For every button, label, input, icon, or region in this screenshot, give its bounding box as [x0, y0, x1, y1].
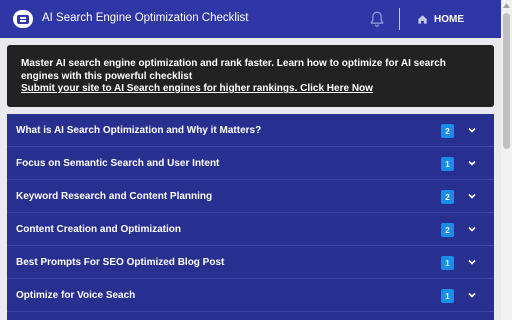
checklist-logo-icon [13, 10, 33, 28]
accordion-item[interactable]: Content Creation and Optimization 2 [7, 213, 494, 246]
promo-notice: Master AI search engine optimization and… [7, 45, 494, 107]
chevron-down-icon[interactable] [467, 158, 477, 168]
header-divider [399, 8, 400, 30]
home-button[interactable]: HOME [417, 11, 464, 27]
chevron-down-icon[interactable] [467, 290, 477, 300]
chevron-down-icon[interactable] [467, 191, 477, 201]
bell-icon[interactable] [368, 10, 386, 28]
count-badge: 1 [441, 289, 454, 303]
accordion-item[interactable]: Best Prompts For SEO Optimized Blog Post… [7, 246, 494, 279]
scroll-up-arrow-icon[interactable] [501, 0, 512, 11]
count-badge: 1 [441, 157, 454, 171]
vertical-scrollbar[interactable] [501, 0, 512, 320]
home-icon [418, 14, 427, 24]
count-badge: 1 [441, 256, 454, 270]
accordion-item[interactable]: Optimize for Voice Seach 1 [7, 279, 494, 312]
accordion-item-label: Content Creation and Optimization [16, 224, 181, 235]
accordion-item-label: Best Prompts For SEO Optimized Blog Post [16, 257, 225, 268]
chevron-down-icon[interactable] [467, 125, 477, 135]
accordion-item[interactable]: Keyword Research and Content Planning 2 [7, 180, 494, 213]
count-badge: 2 [441, 223, 454, 237]
accordion-item[interactable]: What is AI Search Optimization and Why i… [7, 114, 494, 147]
chevron-down-icon[interactable] [467, 224, 477, 234]
top-bar: AI Search Engine Optimization Checklist … [0, 0, 501, 38]
checklist-accordion: What is AI Search Optimization and Why i… [7, 114, 494, 320]
scrollbar-thumb[interactable] [503, 13, 510, 149]
accordion-item-label: Focus on Semantic Search and User Intent [16, 158, 220, 169]
count-badge: 2 [441, 124, 454, 138]
accordion-item-label: What is AI Search Optimization and Why i… [16, 125, 262, 136]
count-badge: 2 [441, 190, 454, 204]
accordion-item-label: Keyword Research and Content Planning [16, 191, 213, 202]
accordion-item[interactable]: Focus on Semantic Search and User Intent… [7, 147, 494, 180]
chevron-down-icon[interactable] [467, 257, 477, 267]
app-title: AI Search Engine Optimization Checklist [42, 12, 249, 24]
notice-text: Master AI search engine optimization and… [21, 58, 446, 82]
home-button-label: HOME [434, 13, 464, 25]
accordion-item-label: Optimize for Voice Seach [16, 290, 136, 301]
submit-site-link[interactable]: Submit your site to AI Search engines fo… [21, 83, 373, 94]
